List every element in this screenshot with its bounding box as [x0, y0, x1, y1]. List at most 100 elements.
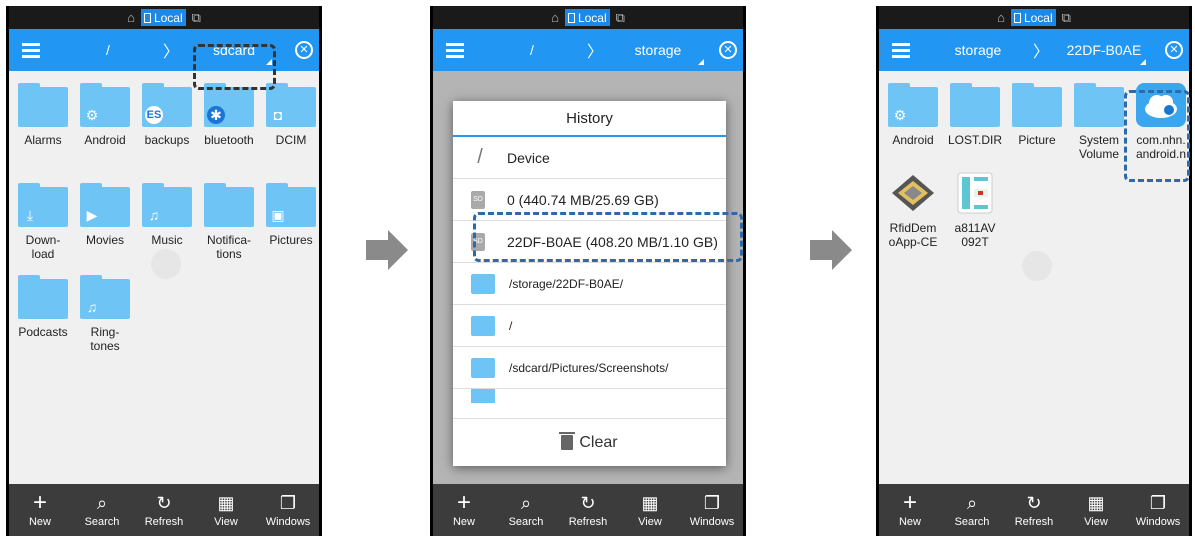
path-segment-current[interactable]: storage	[603, 42, 713, 58]
menu-icon[interactable]	[433, 42, 477, 58]
history-item[interactable]: /sdcard/Pictures/Screenshots/	[453, 347, 726, 389]
path-segment-current[interactable]: 22DF-B0AE	[1049, 42, 1159, 58]
app-bar: / 〉 storage ✕	[433, 29, 743, 71]
refresh-icon: ↻	[1026, 492, 1042, 513]
folder-item[interactable]: Podcasts	[12, 275, 74, 339]
item-label: Android	[892, 133, 934, 147]
folder-item[interactable]: ◘ DCIM	[260, 83, 322, 147]
folder-icon: ⚙	[888, 83, 938, 127]
folder-item[interactable]: System Volume	[1068, 83, 1130, 161]
toolbar-label: Refresh	[568, 515, 608, 528]
menu-icon[interactable]	[9, 42, 53, 58]
bottom-toolbar: + New ⌕ Search ↻ Refresh ▦ View ❐ Windows	[879, 484, 1189, 536]
close-icon[interactable]: ✕	[713, 35, 743, 65]
toolbar-refresh-button[interactable]: ↻ Refresh	[135, 493, 193, 528]
history-item[interactable]: / Device	[453, 137, 726, 179]
folder-body	[1074, 87, 1124, 127]
folder-icon: ES	[142, 83, 192, 127]
history-item[interactable]: /	[453, 305, 726, 347]
toolbar-search-button[interactable]: ⌕ Search	[943, 493, 1001, 528]
folder-item[interactable]: ♫ Music	[136, 183, 198, 247]
folder-label: Ring-tones	[90, 325, 120, 353]
toolbar-search-button[interactable]: ⌕ Search	[73, 493, 131, 528]
slash-icon: /	[477, 146, 483, 168]
folder-item[interactable]: ES backups	[136, 83, 198, 147]
dropdown-triangle-icon[interactable]	[1140, 59, 1146, 65]
folder-item[interactable]: Alarms	[12, 83, 74, 147]
history-item-label: /sdcard/Pictures/Screenshots/	[509, 360, 669, 375]
close-icon[interactable]: ✕	[289, 35, 319, 65]
dropdown-triangle-icon[interactable]	[698, 59, 704, 65]
local-tab[interactable]: Local	[564, 9, 610, 26]
toolbar-new-button[interactable]: + New	[11, 490, 69, 528]
folder-item[interactable]: ▣ Pictures	[260, 183, 322, 247]
toolbar-refresh-button[interactable]: ↻ Refresh	[1005, 493, 1063, 528]
toolbar-windows-button[interactable]: ❐ Windows	[683, 493, 741, 528]
toolbar-view-button[interactable]: ▦ View	[621, 493, 679, 528]
app-item[interactable]: RfidDem oApp-CE	[882, 171, 944, 249]
folder-item[interactable]: ♫ Ring-tones	[74, 275, 136, 353]
folder-icon	[950, 83, 1000, 127]
history-popup: History / Device SD 0 (440.74 MB/25.69 GB) S…	[453, 101, 726, 466]
home-icon[interactable]: ⌂	[997, 10, 1005, 25]
folder-icon: ▣	[266, 183, 316, 227]
folder-label: backups	[144, 133, 190, 147]
folder-item[interactable]: Notifica-tions	[198, 183, 260, 261]
folder-icon	[1074, 83, 1124, 127]
folder-item[interactable]: ⚙ Android	[882, 83, 944, 147]
network-icon[interactable]: ⧉	[1062, 10, 1071, 26]
file-grid: Alarms ⚙ Android ES backups ✱ bluetooth ◘ DCIM ⤓ D…	[9, 71, 319, 484]
toolbar-view-button[interactable]: ▦ View	[197, 493, 255, 528]
toolbar-label: Search	[954, 515, 990, 528]
folder-item[interactable]: ⤓ Down-load	[12, 183, 74, 261]
phone-screen-1: ⌂ Local ⧉ / 〉 sdcard ✕ Alarms ⚙ Android ES b…	[6, 6, 322, 536]
path-segment[interactable]: storage	[923, 42, 1033, 58]
folder-label: DCIM	[275, 133, 307, 147]
toolbar-search-button[interactable]: ⌕ Search	[497, 493, 555, 528]
app-item[interactable]: a811AV 092T	[944, 171, 1006, 249]
folder-body	[18, 87, 68, 127]
toolbar-label: View	[1084, 515, 1108, 528]
history-item[interactable]: /storage/22DF-B0AE/	[453, 263, 726, 305]
folder-item[interactable]: ✱ bluetooth	[198, 83, 260, 147]
folder-item[interactable]: ▶ Movies	[74, 183, 136, 247]
arrow-right-icon	[810, 230, 852, 270]
toolbar-label: Refresh	[1014, 515, 1054, 528]
toolbar-new-button[interactable]: + New	[435, 490, 493, 528]
close-icon[interactable]: ✕	[1159, 35, 1189, 65]
folder-item[interactable]: Picture	[1006, 83, 1068, 147]
local-tab[interactable]: Local	[140, 9, 186, 26]
toolbar-label: View	[638, 515, 662, 528]
trash-icon	[559, 432, 576, 450]
folder-badge-icon: ▣	[271, 206, 285, 223]
home-icon[interactable]: ⌂	[127, 10, 135, 25]
toolbar-new-button[interactable]: + New	[881, 490, 939, 528]
folder-item[interactable]: ⚙ Android	[74, 83, 136, 147]
clear-button[interactable]: Clear	[453, 418, 726, 466]
home-icon[interactable]: ⌂	[551, 10, 559, 25]
folder-icon	[18, 275, 68, 319]
menu-icon[interactable]	[879, 42, 923, 58]
refresh-icon: ↻	[580, 492, 596, 513]
status-bar: ⌂ Local ⧉	[9, 6, 319, 29]
toolbar-view-button[interactable]: ▦ View	[1067, 493, 1125, 528]
toolbar-windows-button[interactable]: ❐ Windows	[1129, 493, 1187, 528]
toolbar-label: Refresh	[144, 515, 184, 528]
chevron-right-icon: 〉	[587, 44, 604, 61]
folder-icon: ▶	[80, 183, 130, 227]
path-segment[interactable]: /	[53, 42, 163, 58]
local-tab[interactable]: Local	[1010, 9, 1056, 26]
folder-item[interactable]: LOST.DIR	[944, 83, 1006, 147]
folder-icon	[471, 315, 495, 336]
network-icon[interactable]: ⧉	[616, 10, 625, 26]
folder-icon	[18, 83, 68, 127]
touch-ripple	[1022, 251, 1052, 281]
bottom-toolbar: + New ⌕ Search ↻ Refresh ▦ View ❐ Windows	[433, 484, 743, 536]
toolbar-refresh-button[interactable]: ↻ Refresh	[559, 493, 617, 528]
path-segment[interactable]: /	[477, 42, 587, 58]
history-title: History	[453, 101, 726, 137]
network-icon[interactable]: ⧉	[192, 10, 201, 26]
item-label: System Volume	[1078, 133, 1120, 161]
folder-icon: ⚙	[80, 83, 130, 127]
toolbar-windows-button[interactable]: ❐ Windows	[259, 493, 317, 528]
